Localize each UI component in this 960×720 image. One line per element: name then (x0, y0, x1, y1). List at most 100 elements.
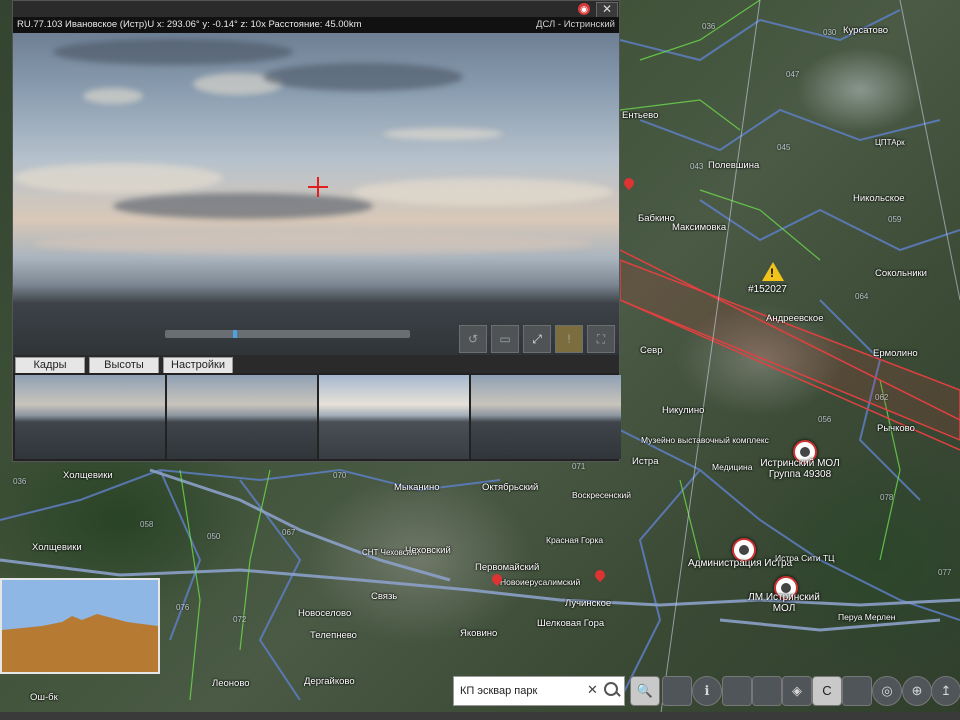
slider-knob[interactable] (233, 330, 237, 338)
clear-icon[interactable]: ✕ (587, 682, 598, 698)
taskbar (0, 712, 960, 720)
marker-label: Перуа Мерлен (838, 612, 896, 622)
place-label: Истра (632, 456, 659, 467)
elevation-profile[interactable] (0, 578, 160, 674)
quarter-number: 067 (282, 528, 296, 537)
close-button[interactable]: ✕ (596, 2, 618, 18)
place-label: Мыканино (394, 482, 440, 493)
fullscreen-button[interactable]: ⛶ (587, 325, 615, 353)
marker-label: Истра Сити ТЦ (775, 553, 835, 563)
quarter-number: 077 (938, 568, 952, 577)
record-icon[interactable]: ◉ (578, 3, 590, 15)
quarter-number: 064 (855, 292, 869, 301)
camera-station: ДСЛ - Истринский (536, 19, 615, 30)
place-label: Связь (371, 591, 398, 602)
bus-button[interactable] (842, 676, 872, 706)
add-point-button[interactable]: ⊕ (902, 676, 932, 706)
tab-heights[interactable]: Высоты (89, 357, 159, 374)
quarter-number: 072 (233, 615, 247, 624)
camera-titlebar[interactable]: ◉ ✕ (13, 1, 619, 18)
place-label: Холщевики (32, 542, 82, 553)
search-input[interactable] (458, 681, 588, 701)
place-label: Шелковая Гора (537, 618, 605, 629)
quarter-number: 071 (572, 462, 586, 471)
place-label: Музейно выставочный комплекс (641, 435, 769, 445)
place-label: Медицина (712, 462, 753, 472)
place-label: Ош-бк (30, 692, 58, 703)
north-arrow-button[interactable]: ↥ (931, 676, 960, 706)
quarter-number: 062 (875, 393, 889, 402)
frame-button[interactable]: ▭ (491, 325, 519, 353)
place-label: Чеховский (405, 545, 451, 556)
quarter-number: 030 (823, 28, 837, 37)
alert-button[interactable]: ! (555, 325, 583, 353)
place-label: Новоселово (298, 608, 352, 619)
quarter-number: 047 (786, 70, 800, 79)
place-label: Воскресенский (572, 490, 631, 500)
place-label: Никольское (853, 193, 905, 204)
quarter-number: 078 (880, 493, 894, 502)
quarter-number: 036 (702, 22, 716, 31)
place-label: Ентьево (622, 110, 659, 121)
quarter-number: 043 (690, 162, 704, 171)
place-label: Холщевики (63, 470, 113, 481)
place-label: Курсатово (843, 25, 889, 36)
camera-view[interactable]: ↺ ▭ ⤢ ! ⛶ (13, 33, 619, 355)
place-label: Октябрьский (482, 482, 539, 493)
place-label: Рычково (877, 423, 915, 434)
place-label: Телепнево (310, 630, 357, 641)
quarter-number: 058 (140, 520, 154, 529)
place-label: Никулино (662, 405, 705, 416)
frame-thumbnail[interactable] (471, 375, 621, 459)
place-label: Сокольники (875, 268, 927, 279)
screen-button[interactable] (722, 676, 752, 706)
camera-info-bar: RU.77.103 Ивановское (Истр)U x: 293.06° … (13, 17, 619, 33)
place-label: Дергайково (304, 676, 355, 687)
place-label: Севр (640, 345, 663, 356)
quarter-number: 045 (777, 143, 791, 152)
layers-button[interactable] (662, 676, 692, 706)
place-label: Первомайский (475, 562, 540, 573)
search-box[interactable]: ✕ (453, 676, 625, 706)
frame-thumbnail[interactable] (167, 375, 317, 459)
ruler-button[interactable] (752, 676, 782, 706)
camera-tabs: Кадры Высоты Настройки (13, 355, 619, 374)
camera-window: ◉ ✕ RU.77.103 Ивановское (Истр)U x: 293.… (12, 0, 621, 462)
place-label: Лучинское (565, 598, 612, 609)
place-label: Новоиерусалимский (500, 577, 581, 587)
quarter-number: 050 (207, 532, 221, 541)
warning-icon[interactable]: ! (762, 262, 784, 281)
quarter-number: 056 (818, 415, 832, 424)
quarter-number: 036 (13, 477, 27, 486)
place-label: Максимовка (672, 222, 727, 233)
camera-mode-button[interactable]: C (812, 676, 842, 706)
place-label: Яковино (460, 628, 498, 639)
place-label: Леоново (212, 678, 250, 689)
marker-label: ЦПТАрк (875, 138, 905, 147)
expand-button[interactable]: ⤢ (523, 325, 551, 353)
marker-label: Истринский МОЛ Группа 49308 (760, 458, 840, 480)
elevation-chart (2, 580, 158, 672)
place-label: Красная Горка (546, 535, 604, 545)
place-label: Ермолино (873, 348, 918, 359)
quarter-number: 070 (333, 471, 347, 480)
quarter-number: 059 (888, 215, 902, 224)
place-label: Андреевское (766, 313, 824, 324)
frame-thumbnail[interactable] (15, 375, 165, 459)
search-tool-button[interactable]: 🔍 (630, 676, 660, 706)
tab-settings[interactable]: Настройки (163, 357, 233, 374)
frame-thumbnail[interactable] (319, 375, 469, 459)
layers-stack-button[interactable]: ◈ (782, 676, 812, 706)
quarter-number: 076 (176, 603, 190, 612)
frame-thumbnails (13, 373, 621, 461)
place-label: Полевшина (708, 160, 760, 171)
tab-frames[interactable]: Кадры (15, 357, 85, 374)
rotate-button[interactable]: ↺ (459, 325, 487, 353)
info-button[interactable]: ℹ (692, 676, 722, 706)
zoom-slider[interactable] (165, 330, 410, 338)
target-button[interactable]: ◎ (872, 676, 902, 706)
marker-label: ЛМ Истринский МОЛ (748, 592, 820, 614)
camera-coordinates: RU.77.103 Ивановское (Истр)U x: 293.06° … (17, 19, 362, 30)
search-icon[interactable] (604, 682, 618, 696)
incident-label[interactable]: #152027 (748, 284, 787, 295)
